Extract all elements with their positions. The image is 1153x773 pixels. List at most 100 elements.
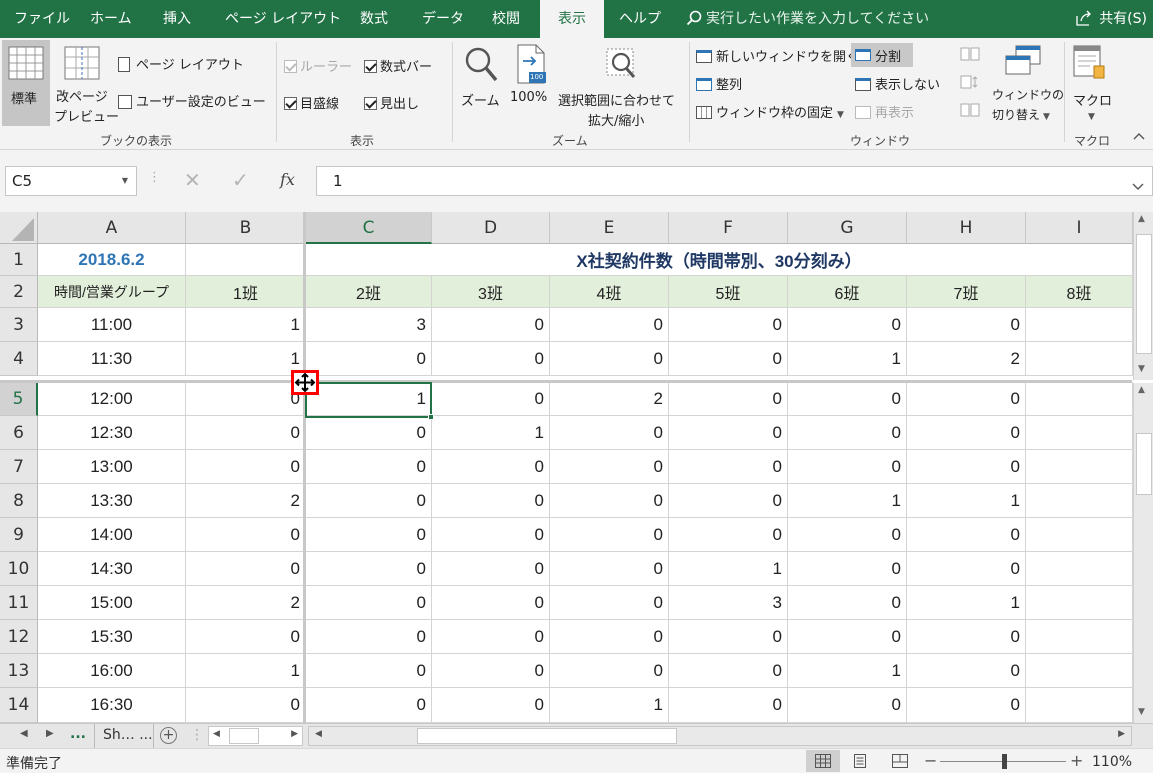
zoom-level[interactable]: 110% xyxy=(1092,754,1132,770)
tab-help[interactable]: ヘルプ xyxy=(619,0,661,38)
tell-me-search[interactable]: 実行したい作業を入力してください xyxy=(686,0,929,38)
column-header-h[interactable]: H xyxy=(907,212,1026,244)
new-window-button[interactable]: 新しいウィンドウを開く xyxy=(696,46,859,65)
value-cell[interactable]: 0 xyxy=(432,518,550,552)
value-cell[interactable]: 0 xyxy=(788,308,907,342)
value-cell[interactable]: 3 xyxy=(306,308,432,342)
time-cell[interactable]: 16:00 xyxy=(38,654,186,688)
value-cell[interactable]: 0 xyxy=(186,416,306,450)
page-break-status-button[interactable] xyxy=(892,754,908,768)
value-cell[interactable]: 0 xyxy=(907,308,1026,342)
group-header[interactable]: 5班 xyxy=(669,276,788,308)
value-cell-partial[interactable] xyxy=(1026,654,1133,688)
gridlines-checkbox[interactable]: 目盛線 xyxy=(284,93,339,112)
row-header-13[interactable]: 13 xyxy=(0,654,38,688)
value-cell[interactable]: 0 xyxy=(550,654,669,688)
value-cell[interactable]: 0 xyxy=(306,552,432,586)
value-cell[interactable]: 0 xyxy=(432,586,550,620)
value-cell[interactable]: 0 xyxy=(550,586,669,620)
zoom-in-button[interactable]: + xyxy=(1070,751,1083,770)
group-header[interactable]: 4班 xyxy=(550,276,669,308)
zoom-to-selection-button[interactable]: 選択範囲に合わせて 拡大/縮小 xyxy=(558,42,684,129)
reset-window-position-button[interactable] xyxy=(960,102,982,118)
value-cell[interactable]: 0 xyxy=(669,382,788,416)
time-cell[interactable]: 13:00 xyxy=(38,450,186,484)
value-cell-partial[interactable] xyxy=(1026,484,1133,518)
value-cell[interactable]: 0 xyxy=(306,416,432,450)
value-cell-partial[interactable] xyxy=(1026,342,1133,376)
value-cell[interactable]: 0 xyxy=(550,518,669,552)
value-cell[interactable]: 0 xyxy=(669,518,788,552)
split-bar-vertical[interactable] xyxy=(303,212,306,723)
time-cell[interactable]: 15:30 xyxy=(38,620,186,654)
column-header-i[interactable]: I xyxy=(1026,212,1133,244)
select-all-button[interactable] xyxy=(0,212,38,244)
column-header-a[interactable]: A xyxy=(38,212,186,244)
fill-handle[interactable] xyxy=(428,414,434,420)
expand-formula-bar-button[interactable] xyxy=(1132,176,1144,195)
hide-window-button[interactable]: 表示しない xyxy=(855,74,940,93)
value-cell[interactable]: 0 xyxy=(186,688,306,723)
value-cell[interactable]: 0 xyxy=(669,450,788,484)
value-cell[interactable]: 0 xyxy=(550,416,669,450)
zoom-100-button[interactable]: 100 100% xyxy=(508,42,554,126)
value-cell[interactable]: 0 xyxy=(550,308,669,342)
value-cell[interactable]: 0 xyxy=(788,416,907,450)
unhide-window-button[interactable]: 再表示 xyxy=(855,102,914,121)
value-cell[interactable]: 1 xyxy=(550,688,669,723)
column-header-b[interactable]: B xyxy=(186,212,306,244)
value-cell[interactable]: 0 xyxy=(669,620,788,654)
vertical-scrollbar-top[interactable]: ▲ ▼ xyxy=(1133,212,1153,380)
row-header-10[interactable]: 10 xyxy=(0,552,38,586)
scroll-right-icon[interactable]: ▶ xyxy=(291,729,298,739)
row-header-8[interactable]: 8 xyxy=(0,484,38,518)
add-sheet-button[interactable]: + xyxy=(160,727,177,744)
name-box[interactable]: C5 ▼ xyxy=(5,166,137,196)
value-cell[interactable]: 0 xyxy=(306,450,432,484)
value-cell-partial[interactable] xyxy=(1026,586,1133,620)
value-cell[interactable]: 0 xyxy=(788,620,907,654)
value-cell[interactable]: 0 xyxy=(550,450,669,484)
formula-input[interactable]: 1 xyxy=(316,166,1153,196)
value-cell[interactable]: 1 xyxy=(907,484,1026,518)
value-cell[interactable]: 1 xyxy=(432,416,550,450)
view-side-by-side-button[interactable] xyxy=(960,46,982,62)
scroll-up-icon[interactable]: ▲ xyxy=(1138,385,1145,395)
value-cell[interactable]: 0 xyxy=(432,688,550,723)
time-cell[interactable]: 11:00 xyxy=(38,308,186,342)
zoom-out-button[interactable]: − xyxy=(924,751,937,770)
row-header-12[interactable]: 12 xyxy=(0,620,38,654)
vertical-scrollbar-bottom[interactable]: ▲ ▼ xyxy=(1133,383,1153,723)
group-header[interactable]: 3班 xyxy=(432,276,550,308)
value-cell[interactable]: 0 xyxy=(432,620,550,654)
value-cell[interactable]: 0 xyxy=(669,484,788,518)
group-header[interactable]: 2班 xyxy=(306,276,432,308)
scroll-down-icon[interactable]: ▼ xyxy=(1138,707,1145,717)
cancel-icon[interactable]: ✕ xyxy=(184,168,201,192)
zoom-button[interactable]: ズーム xyxy=(458,42,504,126)
formula-bar-checkbox[interactable]: 数式バー xyxy=(364,56,432,75)
value-cell[interactable]: 0 xyxy=(306,484,432,518)
ruler-checkbox[interactable]: ルーラー xyxy=(284,56,352,75)
sheet-title[interactable]: X社契約件数（時間帯別、30分刻み） xyxy=(306,244,1133,276)
more-sheets-left[interactable]: ... xyxy=(70,726,86,742)
value-cell[interactable]: 1 xyxy=(186,654,306,688)
column-header-c[interactable]: C xyxy=(306,212,432,244)
page-break-preview-button[interactable]: 改ページ プレビュー xyxy=(54,40,119,126)
value-cell-partial[interactable] xyxy=(1026,688,1133,723)
collapse-ribbon-button[interactable] xyxy=(1132,130,1148,146)
share-button[interactable]: 共有(S) xyxy=(1075,0,1147,38)
value-cell[interactable]: 0 xyxy=(186,518,306,552)
arrange-all-button[interactable]: 整列 xyxy=(696,74,742,93)
group-header[interactable]: 8班 xyxy=(1026,276,1133,308)
value-cell[interactable]: 0 xyxy=(432,308,550,342)
value-cell[interactable]: 0 xyxy=(306,586,432,620)
headings-checkbox[interactable]: 見出し xyxy=(364,93,419,112)
value-cell[interactable]: 0 xyxy=(669,654,788,688)
value-cell[interactable]: 0 xyxy=(550,552,669,586)
time-cell[interactable]: 16:30 xyxy=(38,688,186,723)
row-header-3[interactable]: 3 xyxy=(0,308,38,342)
value-cell[interactable]: 0 xyxy=(186,450,306,484)
time-cell[interactable]: 15:00 xyxy=(38,586,186,620)
value-cell-partial[interactable] xyxy=(1026,450,1133,484)
